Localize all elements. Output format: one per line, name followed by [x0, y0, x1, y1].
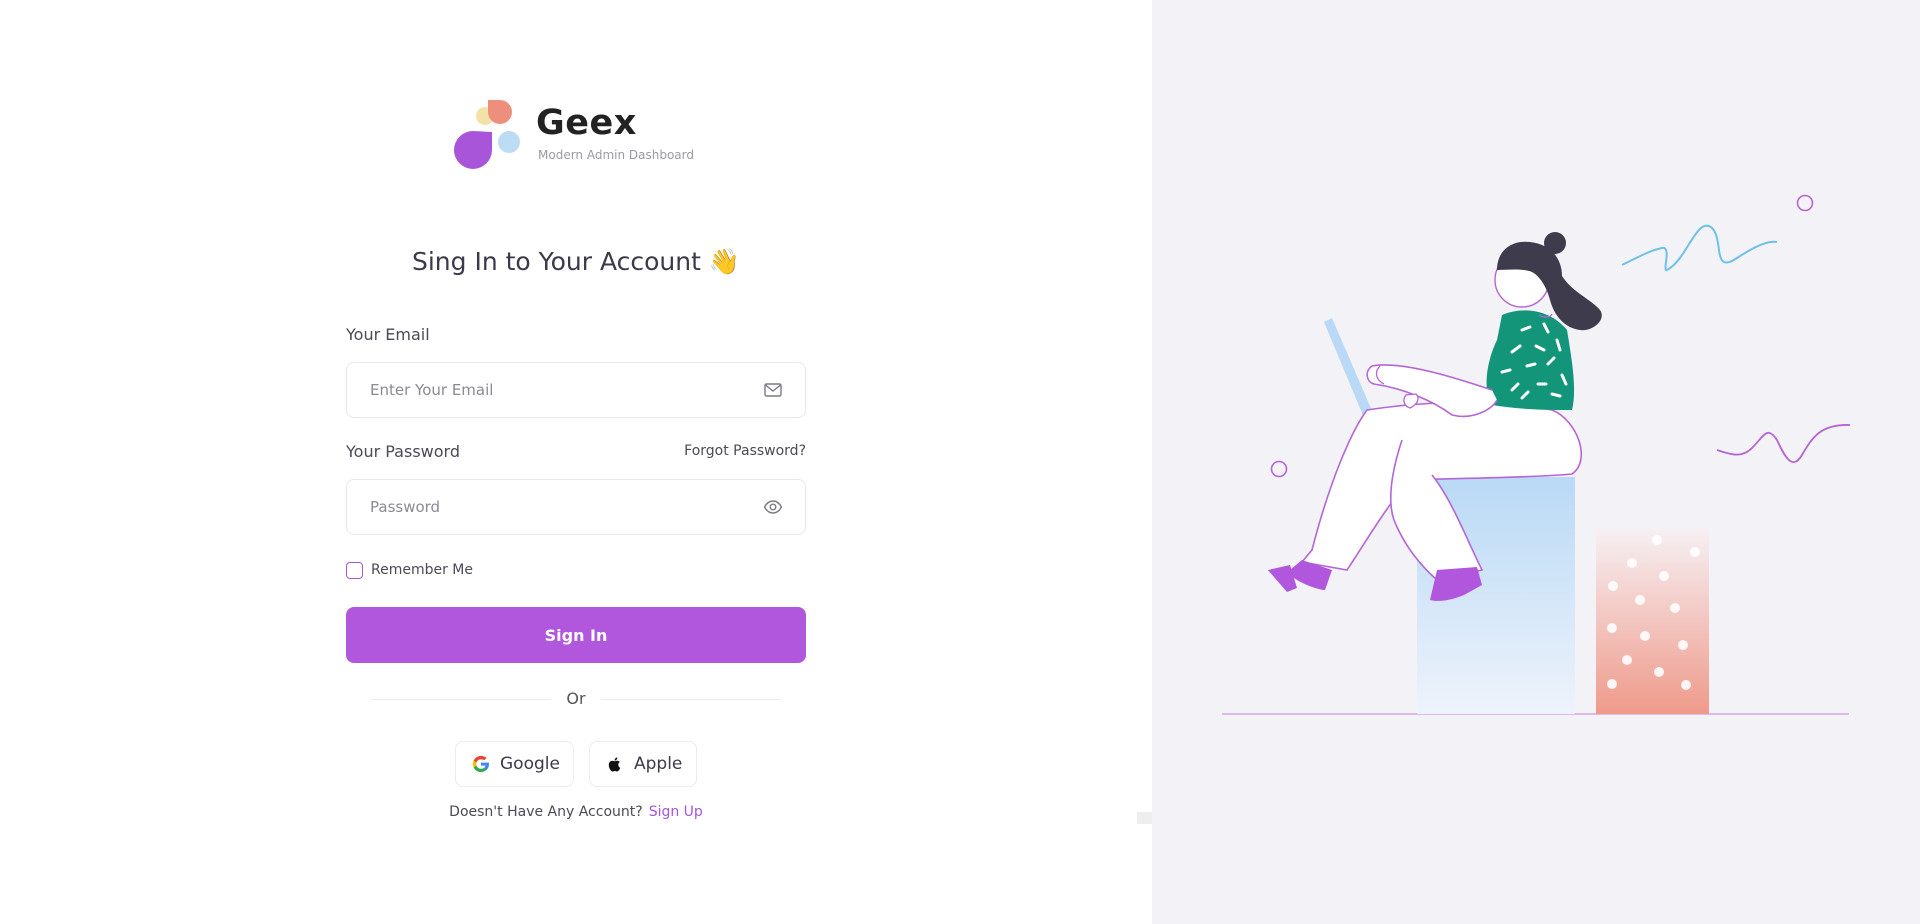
login-panel: Geex Modern Admin Dashboard Sing In to Y… [0, 0, 1152, 924]
brand-name: Geex [536, 103, 637, 143]
email-field-wrapper [346, 362, 806, 418]
google-label: Google [500, 754, 560, 774]
remember-me-checkbox[interactable] [346, 561, 363, 579]
remember-me[interactable]: Remember Me [346, 560, 473, 580]
email-label: Your Email [346, 325, 430, 344]
or-divider: Or [371, 688, 781, 710]
brand-logo[interactable]: Geex Modern Admin Dashboard [454, 98, 714, 174]
sign-up-link[interactable]: Sign Up [649, 804, 703, 820]
google-signin-button[interactable]: Google [455, 741, 574, 787]
apple-label: Apple [634, 754, 683, 774]
password-field[interactable] [370, 480, 730, 534]
mail-icon [764, 383, 782, 397]
apple-signin-button[interactable]: Apple [589, 741, 697, 787]
page-title: Sing In to Your Account 👋 [411, 247, 740, 276]
brand-tagline: Modern Admin Dashboard [538, 148, 694, 162]
apple-icon [608, 757, 621, 772]
signup-row: Doesn't Have Any Account? Sign Up [346, 804, 806, 820]
sign-in-button[interactable]: Sign In [346, 607, 806, 663]
password-label: Your Password [346, 442, 460, 461]
forgot-password-link[interactable]: Forgot Password? [684, 443, 806, 459]
remember-me-label: Remember Me [371, 562, 473, 578]
woman-with-laptop-illustration [1222, 194, 1851, 715]
google-icon [472, 755, 489, 772]
login-page: Geex Modern Admin Dashboard Sing In to Y… [0, 0, 1920, 924]
illustration-panel [1152, 0, 1920, 924]
logo-mark-icon [454, 100, 520, 169]
password-field-wrapper [346, 479, 806, 535]
eye-icon[interactable] [763, 497, 783, 517]
signup-prompt: Doesn't Have Any Account? [449, 804, 643, 820]
divider-line-right [601, 699, 781, 700]
scrollbar[interactable] [1137, 812, 1152, 824]
email-field[interactable] [370, 363, 730, 417]
